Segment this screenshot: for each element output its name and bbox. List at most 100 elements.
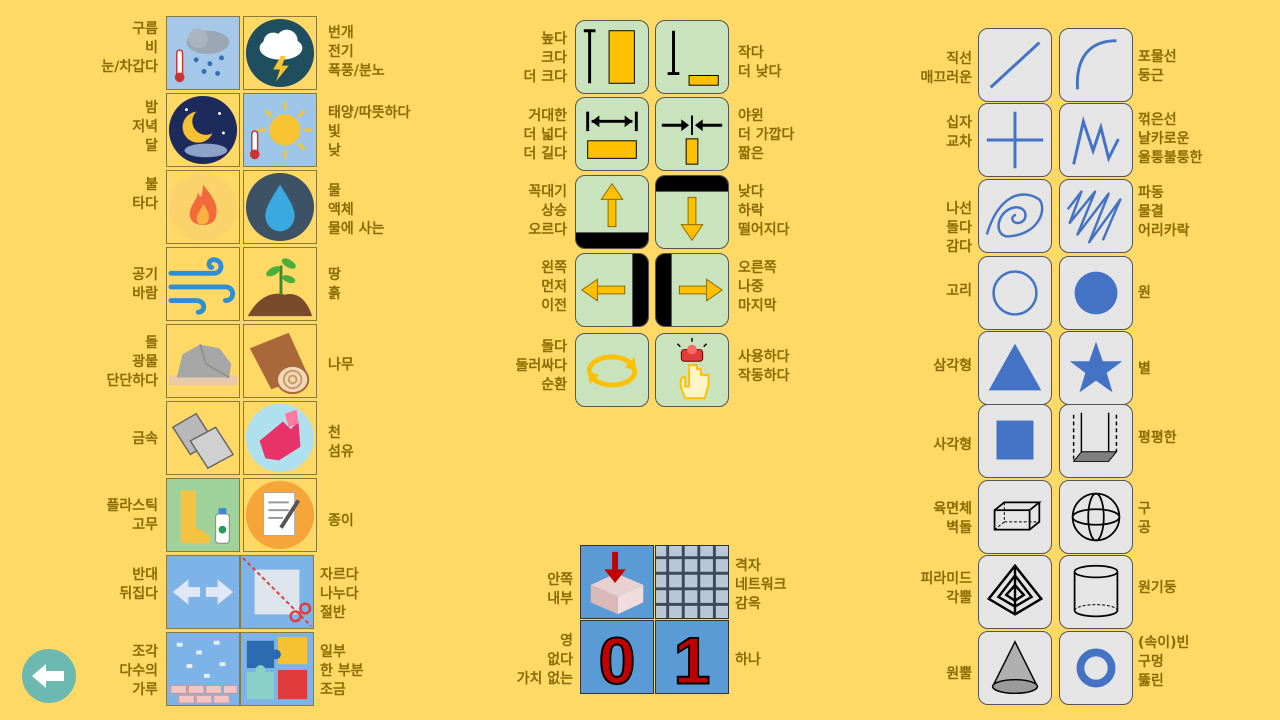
tile-plastic[interactable] [166, 478, 240, 552]
tall-bar-icon [583, 29, 635, 84]
label-cycle: 돌다 둘러싸다 순환 [515, 339, 567, 393]
tile-narrow[interactable] [655, 97, 729, 171]
tile-cube[interactable] [978, 480, 1052, 554]
soil-sprout-icon [247, 258, 313, 317]
tile-spiral[interactable] [978, 179, 1052, 253]
tile-circle[interactable] [1059, 256, 1133, 330]
tile-sphere[interactable] [1059, 480, 1133, 554]
label-air: 공기 바람 [132, 267, 158, 302]
tile-wood[interactable] [243, 324, 317, 398]
label-lightning: 번개 전기 폭풍/분노 [328, 25, 385, 79]
tile-short[interactable] [655, 20, 729, 94]
tile-wave[interactable] [1059, 179, 1133, 253]
right-arrow-icon [656, 254, 724, 326]
tile-wide[interactable] [575, 97, 649, 171]
moon-night-icon [168, 95, 238, 165]
tile-pieces[interactable] [166, 632, 240, 706]
label-use: 사용하다 작동하다 [738, 349, 790, 384]
tile-zigzag[interactable] [1059, 103, 1133, 177]
boots-bottle-icon [180, 490, 230, 544]
scissors-cut-icon [242, 557, 312, 627]
label-earth: 땅흙 [328, 267, 341, 302]
pieces-bricks-icon [170, 640, 238, 704]
tile-hole[interactable] [1059, 631, 1133, 705]
triangle-icon [988, 343, 1042, 391]
tile-triangle[interactable] [978, 331, 1052, 405]
tile-lightning[interactable] [243, 16, 317, 90]
tile-flat[interactable] [1059, 404, 1133, 478]
label-line: 직선 매끄러운 [920, 51, 972, 86]
tile-water[interactable] [243, 170, 317, 244]
down-arrow-icon [656, 176, 728, 242]
label-one: 하나 [735, 652, 761, 668]
label-triangle: 삼각형 [933, 358, 972, 374]
tile-grid[interactable] [655, 545, 729, 619]
tile-cross[interactable] [978, 103, 1052, 177]
puzzle-icon [246, 636, 308, 700]
label-stone: 돌 광물 단단하다 [106, 335, 158, 389]
tile-inside[interactable] [580, 545, 654, 619]
square-icon [996, 420, 1034, 460]
tile-stone[interactable] [166, 324, 240, 398]
one-icon: 1 [674, 624, 711, 693]
tile-up[interactable] [575, 175, 649, 249]
press-button-icon [676, 337, 710, 400]
tile-part[interactable] [240, 632, 314, 706]
tile-cloud[interactable] [166, 16, 240, 90]
tile-cylinder[interactable] [1059, 555, 1133, 629]
tile-line[interactable] [978, 28, 1052, 102]
tile-opposite[interactable] [166, 555, 240, 629]
log-wood-icon [249, 332, 310, 395]
cube-icon [993, 501, 1042, 531]
tile-paper[interactable] [243, 478, 317, 552]
tile-night[interactable] [166, 93, 240, 167]
back-button[interactable] [22, 649, 76, 703]
ring-icon [992, 270, 1038, 316]
label-left: 왼쪽 먼저 이전 [541, 260, 567, 314]
label-tall: 높다 크다 더 크다 [523, 31, 567, 85]
label-water: 물 액체 물에 사는 [328, 183, 385, 237]
spiral-icon [985, 193, 1044, 238]
tile-square[interactable] [978, 404, 1052, 478]
wave-icon [1066, 190, 1122, 244]
tile-cut[interactable] [240, 555, 314, 629]
tile-ring[interactable] [978, 256, 1052, 330]
label-hole: (속이)빈 구멍 뚫린 [1138, 635, 1190, 689]
tile-use[interactable] [655, 333, 729, 407]
tile-wind[interactable] [166, 247, 240, 321]
tile-pyramid[interactable] [978, 555, 1052, 629]
tile-fabric[interactable] [243, 401, 317, 475]
tile-earth[interactable] [243, 247, 317, 321]
tile-zero[interactable]: 0 [580, 620, 654, 694]
tile-right[interactable] [655, 253, 729, 327]
label-cone: 원뿔 [946, 666, 972, 682]
tile-star[interactable] [1059, 331, 1133, 405]
straight-line-icon [989, 41, 1041, 89]
inside-box-icon [590, 551, 644, 615]
left-arrow-icon [580, 254, 648, 326]
tile-metal[interactable] [166, 401, 240, 475]
tile-fire[interactable] [166, 170, 240, 244]
tile-tall[interactable] [575, 20, 649, 94]
grid-icon [656, 546, 728, 618]
tile-sun[interactable] [243, 93, 317, 167]
label-plastic: 플라스틱 고무 [106, 498, 158, 533]
tile-down[interactable] [655, 175, 729, 249]
label-opposite: 반대 뒤집다 [119, 567, 158, 602]
label-circle: 원 [1138, 285, 1151, 301]
tile-left[interactable] [575, 253, 649, 327]
cloud-lightning-icon [245, 18, 315, 88]
tile-cycle[interactable] [575, 333, 649, 407]
cone-icon [991, 640, 1039, 695]
label-cross: 십자 교차 [946, 115, 972, 150]
tile-cone[interactable] [978, 631, 1052, 705]
label-cube: 육면체 벽돌 [933, 501, 972, 536]
tile-curve[interactable] [1059, 28, 1133, 102]
short-bar-icon [667, 30, 719, 86]
cylinder-icon [1073, 564, 1119, 618]
label-paper: 종이 [328, 513, 354, 529]
label-inside: 안쪽 내부 [547, 572, 573, 607]
label-flat: 평평한 [1138, 430, 1177, 446]
tile-one[interactable]: 1 [655, 620, 729, 694]
label-square: 사각형 [933, 437, 972, 453]
